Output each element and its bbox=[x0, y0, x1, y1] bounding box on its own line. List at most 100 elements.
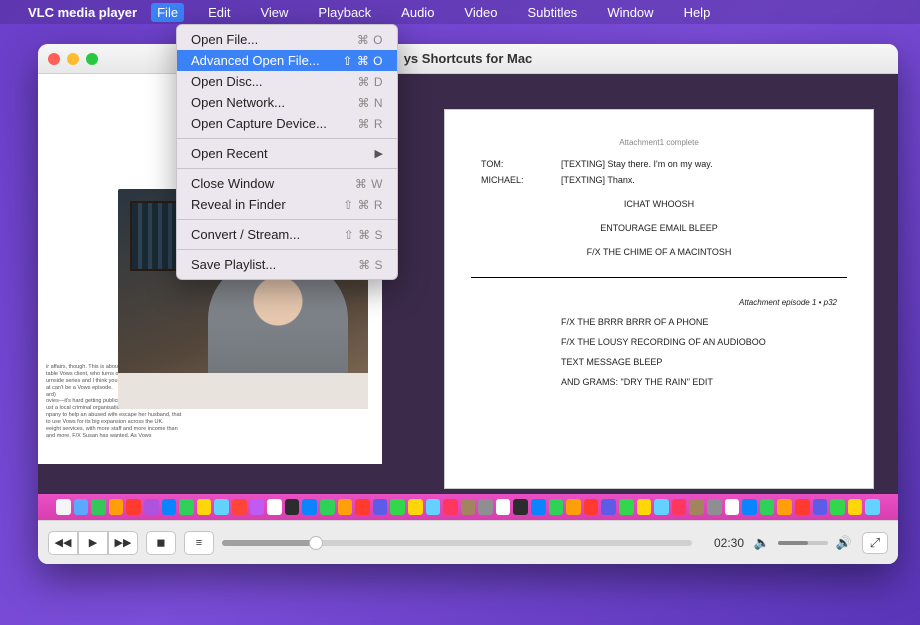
playlist-button[interactable]: ≡ bbox=[184, 531, 214, 555]
file-menu-dropdown[interactable]: Open File...⌘ OAdvanced Open File...⇧ ⌘ … bbox=[176, 24, 398, 280]
dock-app-icon[interactable] bbox=[584, 499, 599, 515]
file-menu-item[interactable]: Convert / Stream...⇧ ⌘ S bbox=[177, 224, 397, 245]
menu-audio[interactable]: Audio bbox=[395, 3, 440, 22]
dock-app-icon[interactable] bbox=[179, 499, 194, 515]
dock-app-icon[interactable] bbox=[267, 499, 282, 515]
seek-knob[interactable] bbox=[309, 536, 323, 550]
menu-window[interactable]: Window bbox=[601, 3, 659, 22]
menu-item-shortcut: ⌘ O bbox=[357, 33, 383, 47]
dock-app-icon[interactable] bbox=[813, 499, 828, 515]
dock-app-icon[interactable] bbox=[513, 499, 528, 515]
file-menu-item[interactable]: Save Playlist...⌘ S bbox=[177, 254, 397, 275]
menu-item-label: Open Disc... bbox=[191, 74, 263, 89]
script-line: MICHAEL:[TEXTING] Thanx. bbox=[481, 175, 837, 185]
dock-app-icon[interactable] bbox=[56, 499, 71, 515]
dock-app-icon[interactable] bbox=[74, 499, 89, 515]
menu-edit[interactable]: Edit bbox=[202, 3, 236, 22]
dock-app-icon[interactable] bbox=[672, 499, 687, 515]
dock-app-icon[interactable] bbox=[795, 499, 810, 515]
dock-app-icon[interactable] bbox=[725, 499, 740, 515]
dock-app-icon[interactable] bbox=[443, 499, 458, 515]
file-menu-item[interactable]: Close Window⌘ W bbox=[177, 173, 397, 194]
dock-app-icon[interactable] bbox=[426, 499, 441, 515]
dock-app-icon[interactable] bbox=[214, 499, 229, 515]
dock-app-icon[interactable] bbox=[496, 499, 511, 515]
window-title: ys Shortcuts for Mac bbox=[38, 51, 898, 66]
file-menu-item[interactable]: Advanced Open File...⇧ ⌘ O bbox=[177, 50, 397, 71]
dock-app-icon[interactable] bbox=[250, 499, 265, 515]
dock-app-icon[interactable] bbox=[126, 499, 141, 515]
dock-app-icon[interactable] bbox=[408, 499, 423, 515]
dock-app-icon[interactable] bbox=[162, 499, 177, 515]
file-menu-item[interactable]: Open Disc... ⌘ D bbox=[177, 71, 397, 92]
dock-app-icon[interactable] bbox=[637, 499, 652, 515]
dock-app-icon[interactable] bbox=[285, 499, 300, 515]
menu-subtitles[interactable]: Subtitles bbox=[521, 3, 583, 22]
stop-button[interactable]: ◼ bbox=[146, 531, 176, 555]
fullscreen-button[interactable]: ⤢ bbox=[862, 532, 888, 554]
menu-separator bbox=[177, 138, 397, 139]
menu-item-label: Save Playlist... bbox=[191, 257, 276, 272]
file-menu-item[interactable]: Reveal in Finder⇧ ⌘ R bbox=[177, 194, 397, 215]
dock-app-icon[interactable] bbox=[478, 499, 493, 515]
menu-item-shortcut: ⌘ D bbox=[358, 75, 384, 89]
dock-app-icon[interactable] bbox=[619, 499, 634, 515]
dock-app-icon[interactable] bbox=[320, 499, 335, 515]
dock-app-icon[interactable] bbox=[144, 499, 159, 515]
menu-video[interactable]: Video bbox=[458, 3, 503, 22]
doc-header: Attachment1 complete bbox=[481, 138, 837, 147]
file-menu-item[interactable]: Open File...⌘ O bbox=[177, 29, 397, 50]
forward-button[interactable]: ▶▶ bbox=[108, 531, 138, 555]
elapsed-time[interactable]: 02:30 bbox=[700, 536, 744, 550]
system-menubar: VLC media player File Edit View Playback Aud… bbox=[0, 0, 920, 24]
menu-playback[interactable]: Playback bbox=[312, 3, 377, 22]
dock-app-icon[interactable] bbox=[848, 499, 863, 515]
menu-item-shortcut: ⇧ ⌘ S bbox=[344, 228, 383, 242]
dock-app-icon[interactable] bbox=[338, 499, 353, 515]
dock-app-icon[interactable] bbox=[760, 499, 775, 515]
volume-low-icon[interactable]: 🔈 bbox=[752, 533, 772, 553]
dock-app-icon[interactable] bbox=[302, 499, 317, 515]
file-menu-item[interactable]: Open Network...⌘ N bbox=[177, 92, 397, 113]
dock-app-icon[interactable] bbox=[197, 499, 212, 515]
rewind-button[interactable]: ◀◀ bbox=[48, 531, 78, 555]
window-titlebar[interactable]: ys Shortcuts for Mac bbox=[38, 44, 898, 74]
dock-app-icon[interactable] bbox=[109, 499, 124, 515]
dock-app-icon[interactable] bbox=[707, 499, 722, 515]
menu-help[interactable]: Help bbox=[678, 3, 717, 22]
dock-app-icon[interactable] bbox=[566, 499, 581, 515]
menu-file[interactable]: File bbox=[151, 3, 184, 22]
dock-app-icon[interactable] bbox=[689, 499, 704, 515]
dock-app-icon[interactable] bbox=[601, 499, 616, 515]
volume-slider[interactable] bbox=[778, 541, 828, 545]
dock-app-icon[interactable] bbox=[91, 499, 106, 515]
menu-item-shortcut: ⌘ N bbox=[358, 96, 384, 110]
app-name[interactable]: VLC media player bbox=[28, 5, 137, 20]
volume-high-icon[interactable]: 🔊 bbox=[834, 533, 854, 553]
dock-app-icon[interactable] bbox=[742, 499, 757, 515]
dock-app-icon[interactable] bbox=[232, 499, 247, 515]
play-button[interactable]: ▶ bbox=[78, 531, 108, 555]
dock-app-icon[interactable] bbox=[549, 499, 564, 515]
dock-app-icon[interactable] bbox=[531, 499, 546, 515]
dock-app-icon[interactable] bbox=[373, 499, 388, 515]
file-menu-item[interactable]: Open Recent▶ bbox=[177, 143, 397, 164]
seek-slider[interactable] bbox=[222, 540, 692, 546]
video-area[interactable]: ir affairs, though. This is about betray… bbox=[38, 74, 898, 520]
dock-app-icon[interactable] bbox=[390, 499, 405, 515]
dock-app-icon[interactable] bbox=[355, 499, 370, 515]
file-menu-item[interactable]: Open Capture Device...⌘ R bbox=[177, 113, 397, 134]
desktop-dock-strip bbox=[38, 494, 898, 520]
menu-item-label: Advanced Open File... bbox=[191, 53, 320, 68]
menu-item-label: Reveal in Finder bbox=[191, 197, 286, 212]
dock-app-icon[interactable] bbox=[830, 499, 845, 515]
menu-item-label: Close Window bbox=[191, 176, 274, 191]
script-body-line: F/X THE LOUSY RECORDING OF AN AUDIOBOO bbox=[561, 337, 837, 347]
dock-app-icon[interactable] bbox=[461, 499, 476, 515]
menu-view[interactable]: View bbox=[254, 3, 294, 22]
dock-app-icon[interactable] bbox=[654, 499, 669, 515]
script-body-line: F/X THE BRRR BRRR OF A PHONE bbox=[561, 317, 837, 327]
dock-app-icon[interactable] bbox=[865, 499, 880, 515]
dock-app-icon[interactable] bbox=[777, 499, 792, 515]
left-doc-line: npany to help an abused wife escape her … bbox=[46, 412, 374, 419]
